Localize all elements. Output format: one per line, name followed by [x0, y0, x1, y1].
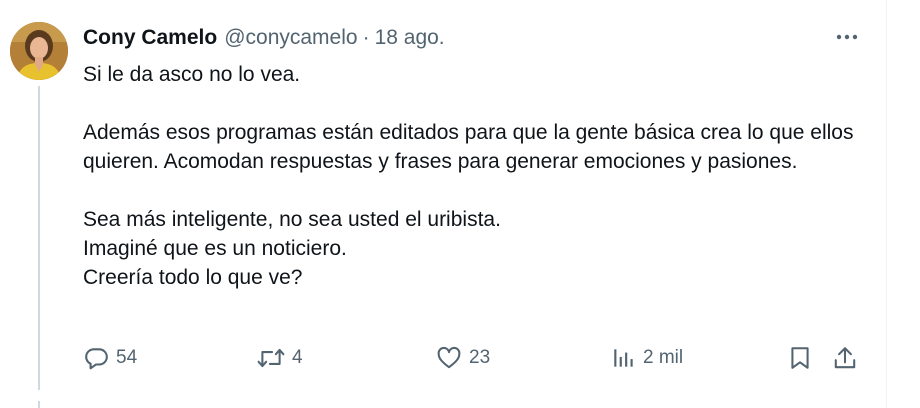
tweet-paragraph: Creería todo lo que ve?	[83, 266, 303, 289]
tweet-header: Cony Camelo @conycamelo · 18 ago.	[83, 24, 445, 52]
tweet-paragraph: Si le da asco no lo vea.	[83, 63, 301, 86]
reply-icon	[85, 348, 108, 370]
views-button[interactable]: 2 mil	[612, 340, 683, 376]
thread-connector-line-next	[38, 401, 40, 408]
author-name[interactable]: Cony Camelo	[83, 26, 217, 50]
share-button[interactable]	[832, 340, 858, 376]
views-count: 2 mil	[643, 347, 684, 368]
bookmark-button[interactable]	[788, 340, 812, 376]
column-divider	[886, 0, 887, 408]
tweet-paragraph: Además esos programas están editados par…	[83, 121, 854, 173]
reply-count: 54	[116, 347, 138, 368]
retweet-button[interactable]: 4	[257, 340, 303, 376]
tweet-date[interactable]: 18 ago.	[375, 26, 445, 50]
tweet-paragraph: Sea más inteligente, no sea usted el uri…	[83, 208, 501, 231]
tweet-paragraph: Imaginé que es un noticiero.	[83, 237, 347, 260]
analytics-icon	[614, 349, 633, 367]
like-button[interactable]: 23	[436, 340, 490, 376]
tweet-text: Si le da asco no lo vea. Además esos pro…	[83, 60, 883, 292]
header-separator: ·	[362, 26, 370, 49]
retweet-count: 4	[292, 347, 303, 368]
reply-button[interactable]: 54	[83, 340, 137, 376]
tweet-actions-bar: 54 4 23 2 mil	[0, 340, 886, 376]
like-count: 23	[469, 347, 491, 368]
share-icon	[834, 347, 856, 369]
avatar[interactable]	[10, 22, 68, 80]
more-options-button[interactable]	[828, 22, 866, 52]
more-options-icon	[836, 34, 858, 40]
heart-icon	[437, 346, 461, 369]
retweet-icon	[257, 348, 285, 368]
author-handle[interactable]: @conycamelo	[224, 26, 357, 50]
bookmark-icon	[791, 347, 809, 369]
